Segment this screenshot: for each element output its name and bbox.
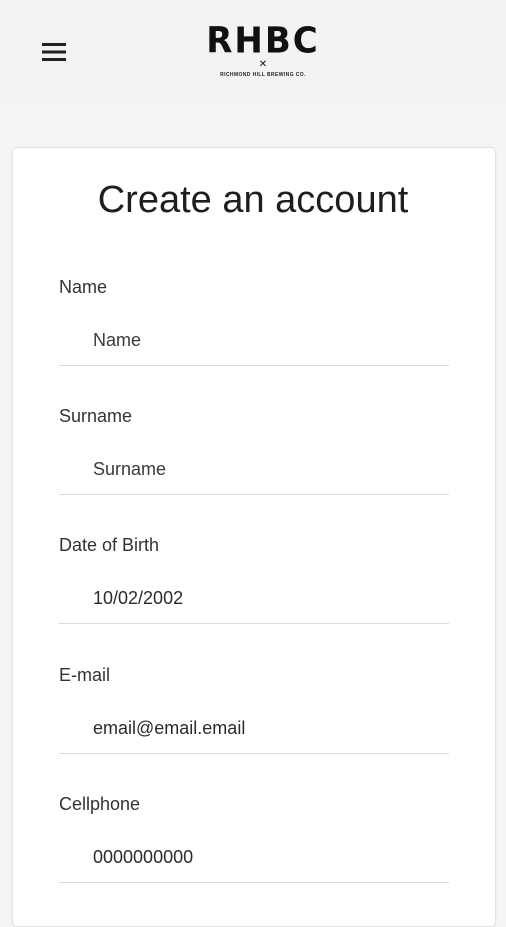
cellphone-label: Cellphone	[59, 794, 141, 814]
page-title: Create an account	[97, 179, 409, 221]
dob-label: Date of Birth	[59, 535, 160, 555]
app-bar: RHBC ✕ RICHMOND HILL BREWING CO.	[0, 0, 506, 103]
logo-tagline: RICHMOND HILL BREWING CO.	[220, 72, 306, 78]
email-label: E-mail	[59, 665, 111, 685]
name-field: Name	[59, 276, 449, 366]
dob-input[interactable]	[59, 586, 449, 624]
brand-logo[interactable]: RHBC ✕ RICHMOND HILL BREWING CO.	[206, 21, 318, 82]
cellphone-input[interactable]	[59, 845, 449, 883]
hamburger-menu-icon	[42, 43, 66, 61]
name-label: Name	[59, 277, 108, 297]
surname-field: Surname	[59, 405, 449, 495]
surname-label: Surname	[59, 406, 133, 426]
surname-input[interactable]	[59, 457, 449, 495]
name-input[interactable]	[59, 328, 449, 366]
dob-field: Date of Birth	[59, 534, 449, 624]
email-input[interactable]	[59, 716, 449, 754]
cellphone-field: Cellphone	[59, 793, 449, 883]
email-field: E-mail	[59, 664, 449, 754]
logo-mark: RHBC	[206, 20, 320, 63]
menu-button[interactable]	[38, 38, 70, 66]
